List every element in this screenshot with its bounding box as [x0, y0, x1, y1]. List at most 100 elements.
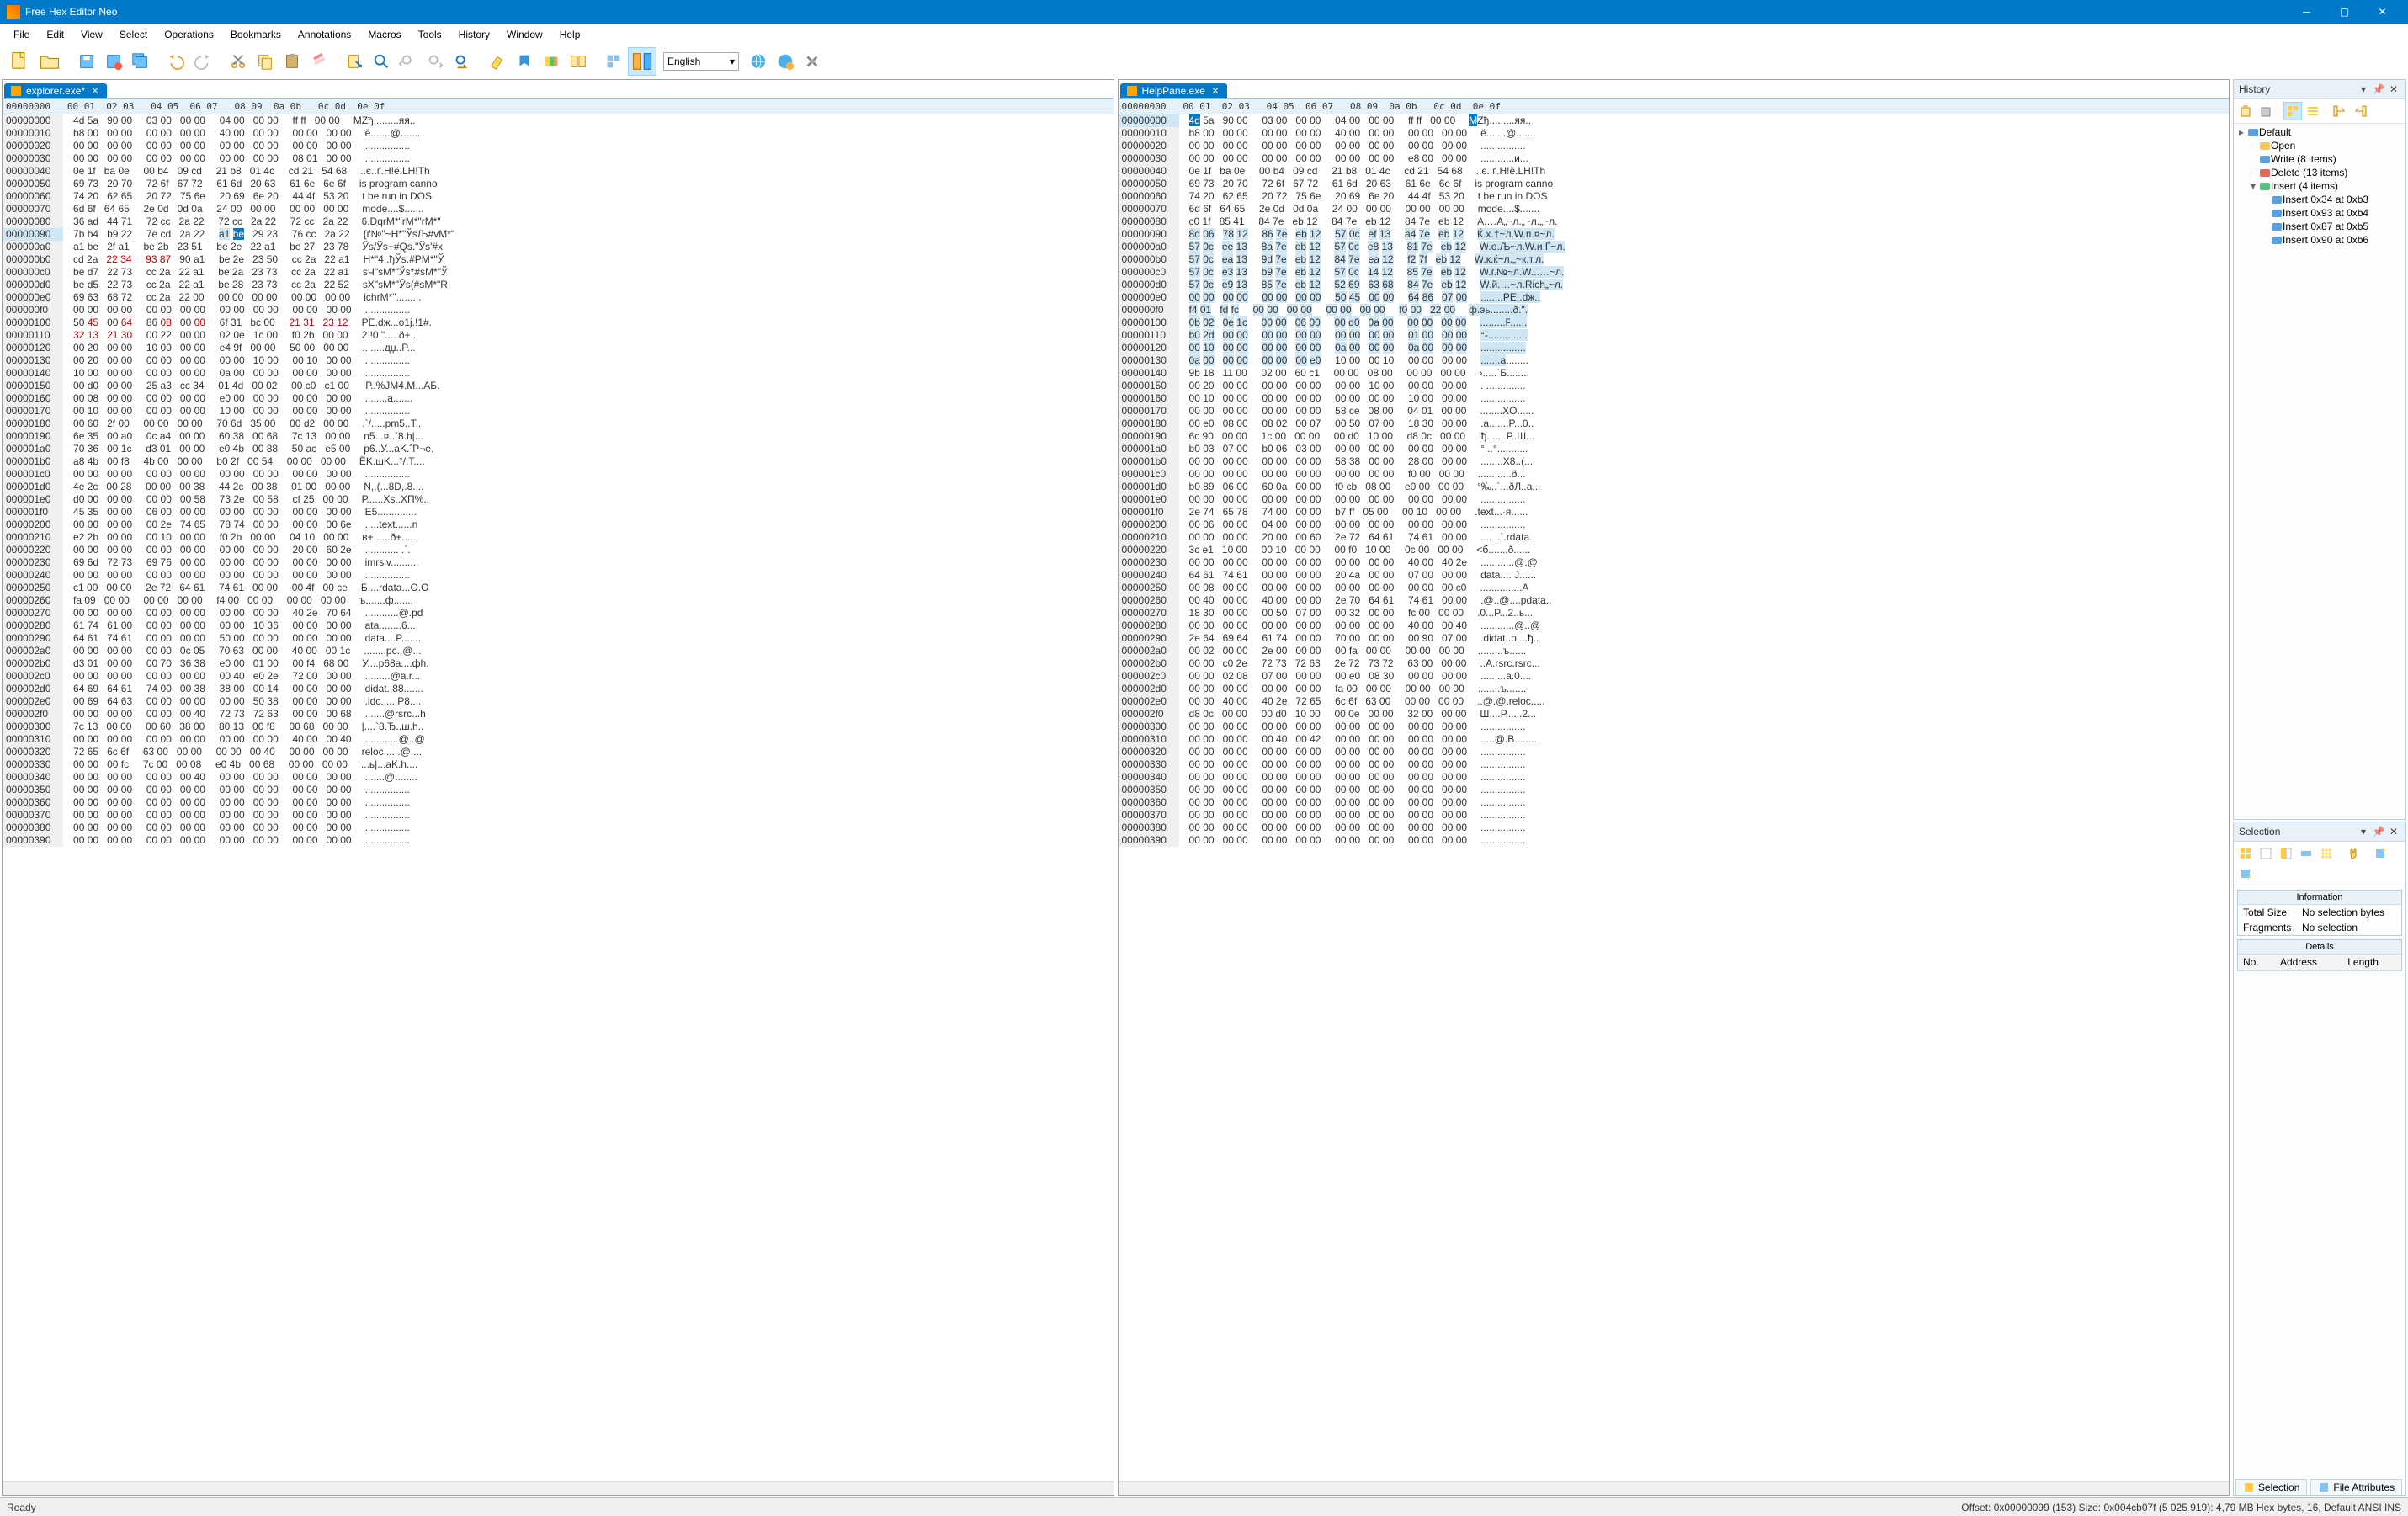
- language-select[interactable]: English▾: [663, 52, 739, 71]
- menu-tools[interactable]: Tools: [410, 25, 450, 44]
- save-button[interactable]: [74, 49, 99, 74]
- splitview-button[interactable]: [566, 49, 591, 74]
- hscroll[interactable]: [3, 1481, 1114, 1495]
- open-file-button[interactable]: [35, 47, 64, 76]
- close-tab-icon[interactable]: ✕: [90, 86, 100, 96]
- panel-close-icon[interactable]: ✕: [2387, 82, 2400, 96]
- panel-menu-icon[interactable]: ▾: [2357, 825, 2370, 838]
- copy-button[interactable]: [252, 49, 278, 74]
- goto-button[interactable]: [342, 49, 367, 74]
- sel-all-button[interactable]: [2236, 844, 2255, 863]
- file-icon: [1127, 86, 1137, 96]
- menu-help[interactable]: Help: [551, 25, 589, 44]
- find-prev-button[interactable]: [396, 49, 421, 74]
- menubar: FileEditViewSelectOperationsBookmarksAnn…: [0, 24, 2408, 45]
- find-button[interactable]: [369, 49, 394, 74]
- save-as-button[interactable]: [101, 49, 126, 74]
- history-item[interactable]: ▾Insert (4 items): [2235, 179, 2404, 193]
- status-right: Offset: 0x00000099 (153) Size: 0x004cb07…: [1961, 1502, 2401, 1513]
- history-save-button[interactable]: [2331, 102, 2349, 120]
- history-root[interactable]: ▸Default: [2235, 125, 2404, 139]
- panel-close-icon[interactable]: ✕: [2387, 825, 2400, 838]
- menu-file[interactable]: File: [5, 25, 38, 44]
- replace-button[interactable]: [449, 49, 475, 74]
- web-button[interactable]: [746, 49, 771, 74]
- history-list-button[interactable]: [2304, 102, 2322, 120]
- panel-menu-icon[interactable]: ▾: [2357, 82, 2370, 96]
- sel-invert-button[interactable]: [2277, 844, 2295, 863]
- menu-macros[interactable]: Macros: [359, 25, 409, 44]
- sel-range-button[interactable]: [2297, 844, 2315, 863]
- sel-import-button[interactable]: [2236, 864, 2255, 883]
- close-tab-icon[interactable]: ✕: [1210, 86, 1220, 96]
- tab-explorer[interactable]: explorer.exe*✕: [4, 83, 107, 98]
- chevron-down-icon: ▾: [730, 56, 735, 67]
- selection-panel-header: Selection ▾ 📌 ✕: [2234, 822, 2405, 842]
- update-button[interactable]: [773, 49, 798, 74]
- sel-export-button[interactable]: [2371, 844, 2389, 863]
- history-tree[interactable]: ▸DefaultOpenWrite (8 items)Delete (13 it…: [2235, 125, 2404, 247]
- menu-window[interactable]: Window: [498, 25, 551, 44]
- undo-button[interactable]: [163, 49, 189, 74]
- highlight-button[interactable]: [485, 49, 510, 74]
- menu-bookmarks[interactable]: Bookmarks: [222, 25, 290, 44]
- compare-button[interactable]: [628, 47, 656, 76]
- panel-pin-icon[interactable]: 📌: [2372, 825, 2385, 838]
- history-subitem[interactable]: Insert 0x93 at 0xb4: [2235, 206, 2404, 220]
- history-clear-button[interactable]: [2236, 102, 2255, 120]
- hex-body-2[interactable]: 00000000 4d 5a 90 00 03 00 00 00 04 00 0…: [1119, 114, 2230, 1481]
- history-subitem[interactable]: Insert 0x90 at 0xb6: [2235, 233, 2404, 247]
- close-button[interactable]: ✕: [2363, 0, 2401, 24]
- sel-none-button[interactable]: [2257, 844, 2275, 863]
- details-table: No.AddressLength: [2238, 955, 2401, 971]
- col-no.[interactable]: No.: [2238, 955, 2275, 971]
- app-title: Free Hex Editor Neo: [25, 6, 117, 18]
- history-item[interactable]: Delete (13 items): [2235, 166, 2404, 179]
- statusbar: Ready Offset: 0x00000099 (153) Size: 0x0…: [0, 1497, 2408, 1516]
- find-next-button[interactable]: [423, 49, 448, 74]
- menu-annotations[interactable]: Annotations: [290, 25, 359, 44]
- settings-button[interactable]: [800, 49, 825, 74]
- panel-pin-icon[interactable]: 📌: [2372, 82, 2385, 96]
- history-tree-button[interactable]: [2283, 102, 2302, 120]
- menu-history[interactable]: History: [450, 25, 498, 44]
- hex-header: 00000000 00 01 02 03 04 05 06 07 08 09 0…: [3, 98, 1114, 114]
- sel-grid-button[interactable]: [2317, 844, 2336, 863]
- minimize-button[interactable]: ─: [2288, 0, 2326, 24]
- menu-operations[interactable]: Operations: [156, 25, 222, 44]
- history-panel-header: History ▾ 📌 ✕: [2234, 80, 2405, 99]
- bottom-tab-selection[interactable]: Selection: [2235, 1479, 2307, 1495]
- delete-button[interactable]: [306, 49, 332, 74]
- col-length[interactable]: Length: [2342, 955, 2401, 971]
- history-subitem[interactable]: Insert 0x34 at 0xb3: [2235, 193, 2404, 206]
- menu-select[interactable]: Select: [111, 25, 156, 44]
- save-all-button[interactable]: [128, 49, 153, 74]
- history-item[interactable]: Write (8 items): [2235, 152, 2404, 166]
- history-subitem[interactable]: Insert 0x87 at 0xb5: [2235, 220, 2404, 233]
- status-left: Ready: [7, 1502, 36, 1513]
- history-purge-button[interactable]: [2257, 102, 2275, 120]
- bottom-tab-file-attributes[interactable]: File Attributes: [2310, 1479, 2402, 1495]
- maximize-button[interactable]: ▢: [2326, 0, 2363, 24]
- history-item[interactable]: Open: [2235, 139, 2404, 152]
- details-header: Details: [2238, 940, 2401, 955]
- history-tools: [2234, 99, 2405, 124]
- hex-body-1[interactable]: 00000000 4d 5a 90 00 03 00 00 00 04 00 0…: [3, 114, 1114, 1481]
- struct-button[interactable]: [601, 49, 626, 74]
- menu-edit[interactable]: Edit: [38, 25, 72, 44]
- toolbar: English▾: [0, 45, 2408, 77]
- tab-helppane[interactable]: HelpPane.exe✕: [1120, 83, 1227, 98]
- bookmark-button[interactable]: [512, 49, 537, 74]
- history-load-button[interactable]: [2351, 102, 2369, 120]
- new-file-button[interactable]: [5, 47, 34, 76]
- sel-hand-button[interactable]: [2344, 844, 2363, 863]
- col-address[interactable]: Address: [2275, 955, 2342, 971]
- redo-button[interactable]: [190, 49, 215, 74]
- selection-tools: [2234, 842, 2405, 886]
- cut-button[interactable]: [226, 49, 251, 74]
- palette-button[interactable]: [539, 49, 564, 74]
- hscroll[interactable]: [1119, 1481, 2230, 1495]
- file-icon: [11, 86, 21, 96]
- paste-button[interactable]: [279, 49, 305, 74]
- menu-view[interactable]: View: [72, 25, 111, 44]
